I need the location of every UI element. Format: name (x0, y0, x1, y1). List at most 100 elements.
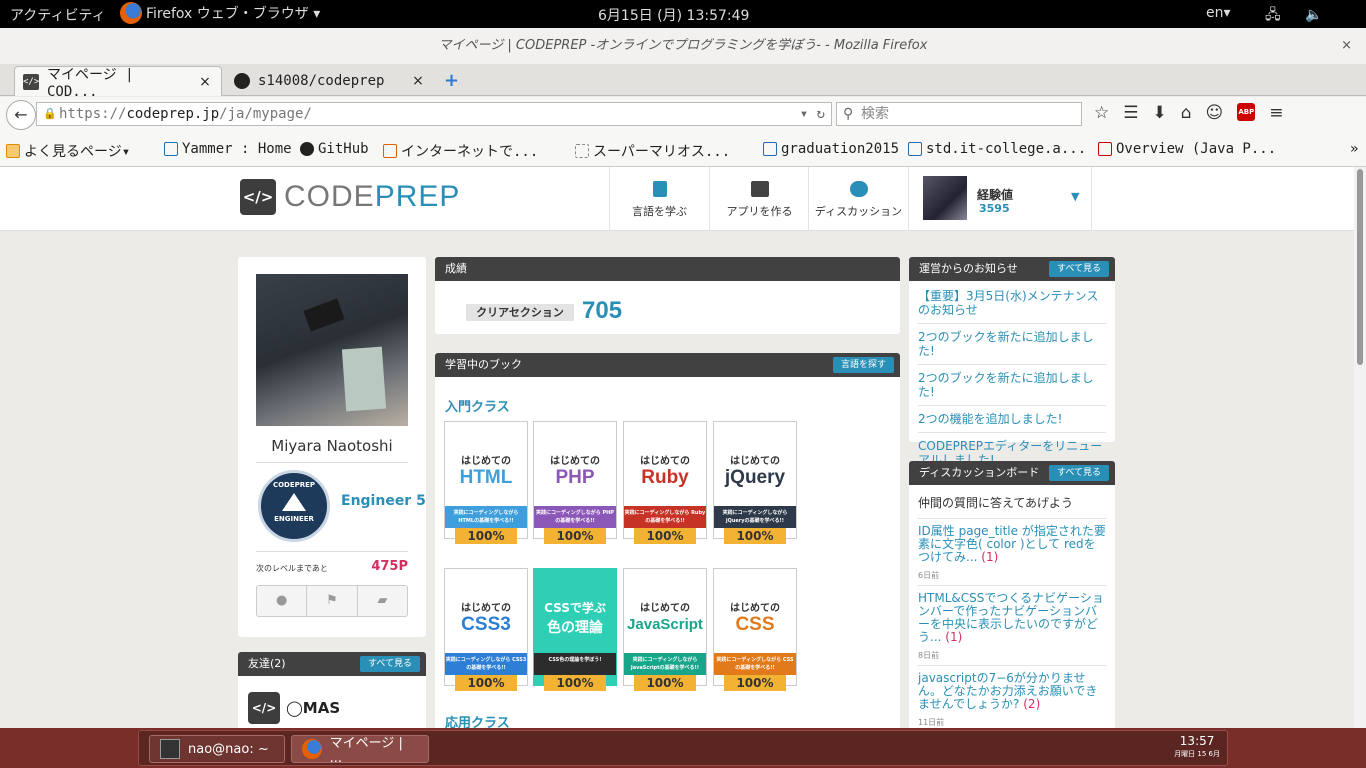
tab-close-icon[interactable]: × (197, 74, 213, 90)
search-placeholder: 検索 (861, 106, 889, 122)
chat-icon[interactable]: ☺ (1206, 103, 1224, 123)
nav-discussion[interactable]: ディスカッション (808, 167, 908, 231)
site-header: </> CODEPREP 言語を学ぶ アプリを作る ディスカッション 経験値 3… (0, 167, 1354, 231)
tab-close-icon[interactable]: × (410, 73, 426, 89)
find-language-button[interactable]: 言語を探す (832, 357, 894, 373)
profile-name: Miyara Naotoshi (271, 437, 393, 455)
bookmark-star-icon[interactable]: ☆ (1094, 103, 1109, 123)
book-jquery[interactable]: はじめての jQuery 実践にコーディングしながら jQueryの基礎を学べる… (713, 421, 797, 544)
github-favicon-icon (234, 73, 250, 89)
search-box[interactable]: ⚲ 検索 (836, 102, 1082, 126)
bookmark-label: スーパーマリオス... (593, 144, 731, 160)
friends-card: 友達(2) すべて見る </> ◯MAS (238, 652, 426, 728)
nav-learn[interactable]: 言語を学ぶ (609, 167, 709, 231)
book-color-theory[interactable]: CSSで学ぶ 色の理論 CSS色の理論を学ぼう! 100% (533, 568, 617, 691)
page-icon (763, 142, 777, 156)
top-panel: アクティビティ Firefox ウェブ・ブラウザ ▾ 6月15日 (月) 13:… (0, 0, 1366, 44)
engineer-badge: CODEPREP ENGINEER (258, 470, 330, 542)
bookmark-label: std.it-college.a... (926, 141, 1087, 157)
bookmark-label: GitHub (318, 141, 369, 157)
discussion-card: ディスカッションボード すべて見る 仲間の質問に答えてあげよう ID属性 pag… (909, 461, 1115, 728)
app-menu[interactable]: Firefox ウェブ・ブラウザ ▾ (120, 2, 320, 24)
discussion-prompt: 仲間の質問に答えてあげよう (918, 485, 1106, 519)
discussion-header: ディスカッションボード すべて見る (909, 461, 1115, 485)
dropdown-caret-icon[interactable]: ▼ (1071, 190, 1079, 203)
friends-see-all-button[interactable]: すべて見る (359, 656, 420, 672)
bookmark-std-itcollege[interactable]: std.it-college.a... (908, 141, 1086, 157)
applied-class-heading: 応用クラス (445, 716, 510, 728)
book-progress: 100% (544, 675, 606, 691)
book-progress: 100% (634, 528, 696, 544)
language-indicator[interactable]: en▾ (1206, 5, 1231, 21)
codeprep-favicon-icon: </> (23, 73, 39, 90)
user-icon[interactable]: ● (257, 586, 308, 616)
tab-mypage[interactable]: </> マイページ | COD... × (14, 66, 222, 100)
user-menu[interactable]: 経験値 3595 ▼ (908, 167, 1092, 231)
adblock-icon[interactable]: ABP (1237, 103, 1256, 121)
window-close-button[interactable]: × (1341, 28, 1352, 64)
bookmark-most-visited[interactable]: よく見るページ▾ (6, 141, 130, 161)
news-card: 運営からのお知らせ すべて見る 【重要】3月5日(水)メンテナンスのお知らせ 2… (909, 257, 1115, 467)
home-icon[interactable]: ⌂ (1181, 103, 1192, 123)
news-item[interactable]: 2つのブックを新たに追加しました! (918, 324, 1106, 365)
discussion-item[interactable]: HTML&CSSでつくるナビゲーションバーで作ったナビゲーションバーを中央に表示… (918, 586, 1106, 666)
bookmark-mario[interactable]: スーパーマリオス... (575, 141, 730, 161)
activities-button[interactable]: アクティビティ (10, 5, 106, 25)
book-css[interactable]: はじめての CSS 実践にコーディングしながら CSSの基礎を学べる!! 100… (713, 568, 797, 691)
discussion-item[interactable]: ID属性 page_title が指定された要素に文字色( color )として… (918, 519, 1106, 586)
url-controls[interactable]: ▾ ↻ (800, 103, 825, 125)
nav-apps[interactable]: アプリを作る (709, 167, 809, 231)
tab-github[interactable]: s14008/codeprep × (226, 66, 434, 96)
taskbar-clock[interactable]: 13:57 月曜日 15 6月 (1174, 735, 1220, 760)
news-see-all-button[interactable]: すべて見る (1048, 261, 1109, 277)
back-button[interactable]: ← (6, 100, 36, 130)
book-css3[interactable]: はじめての CSS3 実践にコーディングしながら CSS3の基礎を学べる!! 1… (444, 568, 528, 691)
bookmarks-overflow-button[interactable]: » (1350, 141, 1358, 157)
bookmark-yammer[interactable]: Yammer : Home (164, 141, 292, 157)
taskbar-item-terminal[interactable]: nao@nao: ~ (149, 735, 285, 763)
bookmark-internet[interactable]: インターネットで... (383, 141, 538, 161)
window-titlebar: マイページ | CODEPREP -オンラインでプログラミングを学ぼう- - M… (0, 28, 1366, 64)
new-tab-button[interactable]: + (444, 70, 459, 91)
friend-avatar[interactable]: ◯MAS (286, 692, 340, 724)
page-icon (575, 144, 589, 158)
book-html[interactable]: はじめての HTML 実践にコーディングしながら HTMLの基礎を学べる!! 1… (444, 421, 528, 544)
news-item[interactable]: 【重要】3月5日(水)メンテナンスのお知らせ (918, 283, 1106, 324)
bookmark-graduation[interactable]: graduation2015 (763, 141, 899, 157)
taskbar-item-firefox[interactable]: マイページ | ... (291, 735, 429, 766)
book-ruby[interactable]: はじめての Ruby 実践にコーディングしながら Rubyの基礎を学べる!! 1… (623, 421, 707, 544)
score-header: 成績 (435, 257, 900, 281)
book-php[interactable]: はじめての PHP 実践にコーディングしながら PHPの基礎を学べる!! 100… (533, 421, 617, 544)
clock[interactable]: 6月15日 (月) 13:57:49 (598, 5, 749, 25)
tab-label: s14008/codeprep (258, 73, 385, 89)
window-list: nao@nao: ~ マイページ | ... (138, 730, 1228, 766)
firefox-icon (302, 739, 322, 759)
bookmarks-list-icon[interactable]: ☰ (1123, 103, 1138, 123)
books-card: 学習中のブック 言語を探す 入門クラス はじめての HTML 実践にコーディング… (435, 353, 900, 728)
news-item[interactable]: 2つの機能を追加しました! (918, 406, 1106, 433)
window-title: マイページ | CODEPREP -オンラインでプログラミングを学ぼう- - M… (438, 38, 928, 53)
url-host: codeprep.jp (126, 106, 220, 122)
bookmark-java-overview[interactable]: Overview (Java P... (1098, 141, 1276, 157)
page-scrollbar[interactable] (1354, 167, 1366, 728)
score-title: 成績 (445, 262, 467, 275)
logo-text-code: CODE (284, 180, 375, 213)
discussion-item[interactable]: javascriptの7−6が分かりません。どなたかお力添えお願いできませんでし… (918, 666, 1106, 728)
book-progress: 100% (455, 528, 517, 544)
downloads-icon[interactable]: ⬇ (1153, 103, 1167, 123)
discussion-see-all-button[interactable]: すべて見る (1048, 465, 1109, 481)
news-item[interactable]: 2つのブックを新たに追加しました! (918, 365, 1106, 406)
book-progress: 100% (455, 675, 517, 691)
profile-card: Miyara Naotoshi CODEPREP ENGINEER Engine… (238, 257, 426, 637)
url-bar[interactable]: 🔒 https://codeprep.jp/ja/mypage/ ▾ ↻ (36, 102, 832, 126)
scrollbar-thumb[interactable] (1357, 169, 1363, 365)
comments-icon[interactable]: ▰ (358, 586, 407, 616)
book-javascript[interactable]: はじめての JavaScript 実践にコーディングしながら JavaScrip… (623, 568, 707, 691)
menu-icon[interactable]: ≡ (1269, 103, 1283, 123)
friend-avatar[interactable]: </> (248, 692, 280, 724)
codeprep-logo[interactable]: </> CODEPREP (240, 179, 460, 215)
folder-icon (6, 144, 20, 158)
intro-class-heading: 入門クラス (445, 400, 510, 415)
bookmark-github[interactable]: GitHub (300, 141, 369, 157)
flag-icon[interactable]: ⚑ (307, 586, 358, 616)
